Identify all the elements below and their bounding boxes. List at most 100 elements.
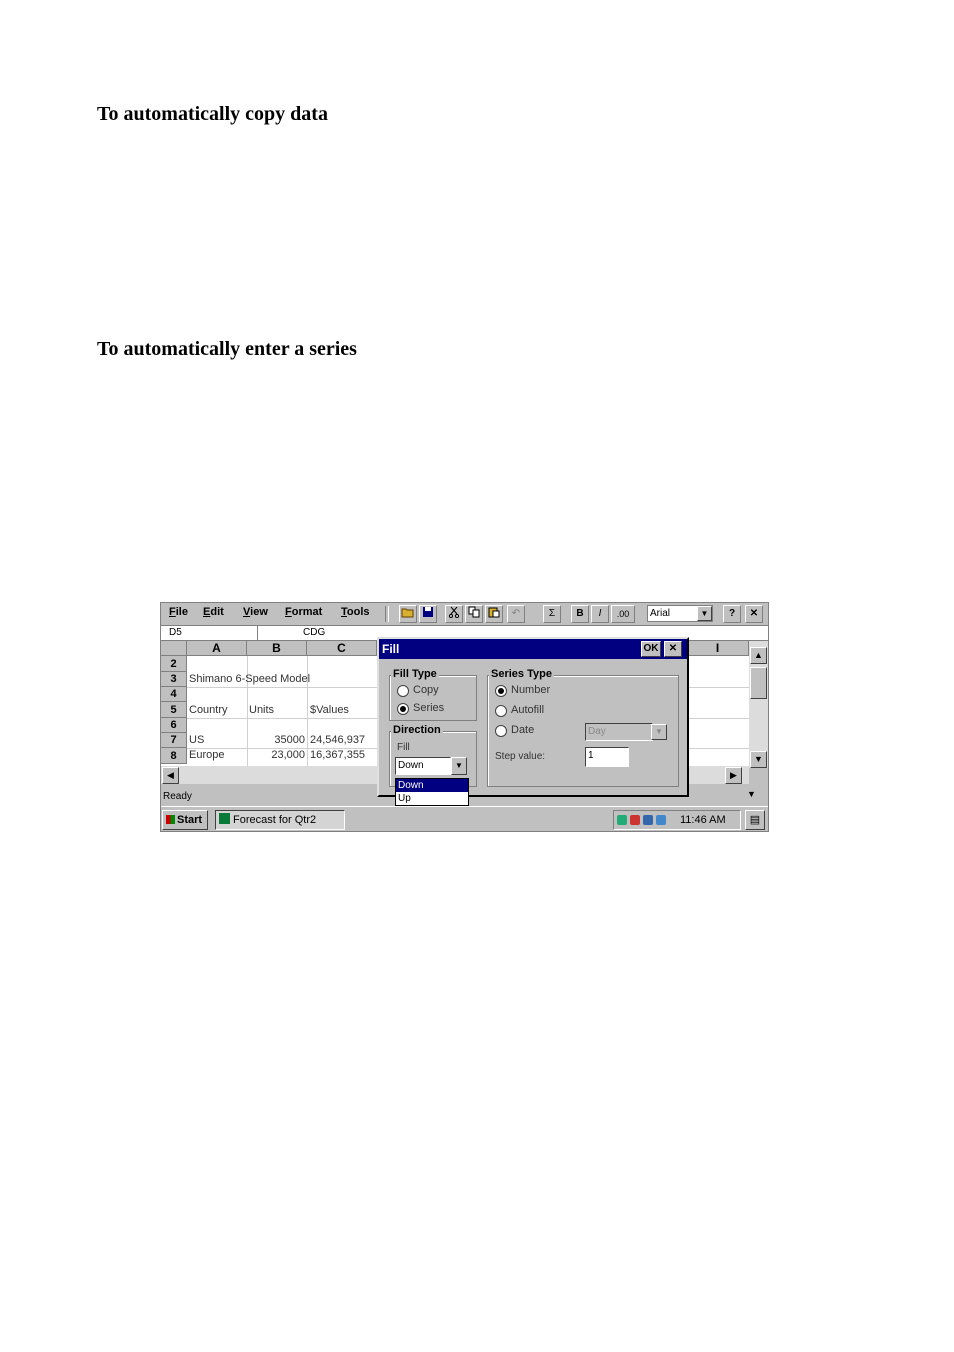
number-radio[interactable] [495, 685, 507, 697]
help-button[interactable]: ? [723, 605, 741, 623]
save-disk-icon[interactable] [419, 605, 437, 623]
scroll-down-icon[interactable]: ▼ [750, 751, 767, 768]
autosum-icon[interactable]: Σ [543, 605, 561, 623]
network-icon[interactable] [617, 815, 627, 825]
row-header-6[interactable]: 6 [161, 718, 187, 733]
cell-b7[interactable]: 35000 [269, 734, 305, 746]
taskbar: Start Forecast for Qtr2 11:46 AM ▤ [161, 806, 768, 831]
cell-c7[interactable]: 24,546,937 [310, 734, 365, 746]
row-header-4[interactable]: 4 [161, 687, 187, 702]
cell-b5[interactable]: Units [249, 704, 274, 716]
heading-enter-series: To automatically enter a series [97, 338, 357, 360]
scroll-left-icon[interactable]: ◀ [162, 767, 179, 784]
dialog-title: Fill [382, 642, 400, 656]
copy-icon[interactable] [465, 605, 483, 623]
date-label: Date [511, 724, 535, 736]
cut-scissors-icon[interactable] [445, 605, 463, 623]
menu-file[interactable]: File [169, 606, 188, 618]
autofill-label: Autofill [511, 704, 545, 716]
menu-view[interactable]: View [243, 606, 268, 618]
dialog-close-button[interactable]: ✕ [664, 641, 682, 657]
cell-a8[interactable]: Europe [189, 749, 224, 761]
scroll-right-icon[interactable]: ▶ [725, 767, 742, 784]
autofill-radio[interactable] [495, 705, 507, 717]
direction-value: Down [398, 760, 424, 771]
desktop-icon[interactable]: ▤ [745, 810, 765, 830]
direction-option-up[interactable]: Up [396, 792, 468, 805]
column-header-b[interactable]: B [247, 641, 307, 656]
bold-icon[interactable]: B [571, 605, 589, 623]
formula-divider [257, 626, 258, 640]
series-type-title: Series Type [489, 668, 554, 680]
row-header-3[interactable]: 3 [161, 672, 187, 687]
fill-type-title: Fill Type [391, 668, 439, 680]
ok-button[interactable]: OK [641, 641, 661, 657]
series-radio[interactable] [397, 703, 409, 715]
windows-logo-icon [166, 815, 175, 824]
task-label: Forecast for Qtr2 [233, 814, 317, 826]
date-unit-value: Day [588, 726, 606, 737]
menu-bar: File Edit View Format Tools ↶ Σ B I .00 … [161, 603, 768, 625]
cell-a7[interactable]: US [189, 734, 204, 746]
cell-a3[interactable]: Shimano 6-Speed Model [189, 673, 310, 685]
column-header-a[interactable]: A [187, 641, 247, 656]
date-unit-select[interactable]: Day [585, 723, 653, 741]
direction-option-down[interactable]: Down [396, 779, 468, 792]
decimal-format-icon[interactable]: .00 [611, 605, 635, 623]
cell-a5[interactable]: Country [189, 704, 228, 716]
row-header-7[interactable]: 7 [161, 733, 187, 748]
step-value-label: Step value: [495, 751, 546, 762]
direction-title: Direction [391, 724, 443, 736]
undo-icon[interactable]: ↶ [507, 605, 525, 623]
paste-icon[interactable] [485, 605, 503, 623]
start-button[interactable]: Start [162, 810, 208, 830]
fill-dialog: Fill OK ✕ Fill Type Copy Series Directio… [377, 637, 689, 797]
cell-reference[interactable]: D5 [169, 627, 182, 638]
pocket-excel-screenshot: File Edit View Format Tools ↶ Σ B I .00 … [160, 602, 769, 832]
select-all-corner[interactable] [161, 641, 187, 656]
font-dropdown-arrow-icon[interactable]: ▼ [697, 606, 712, 621]
row-header-8[interactable]: 8 [161, 748, 187, 764]
task-button-forecast[interactable]: Forecast for Qtr2 [215, 810, 345, 830]
column-header-i[interactable]: I [687, 641, 749, 656]
battery-icon[interactable] [630, 815, 640, 825]
date-unit-dropdown-icon[interactable]: ▼ [651, 724, 667, 740]
cell-c5[interactable]: $Values [310, 704, 349, 716]
direction-dropdown-arrow-icon[interactable]: ▼ [451, 757, 467, 775]
copy-label: Copy [413, 684, 439, 696]
series-label: Series [413, 702, 445, 714]
italic-icon[interactable]: I [591, 605, 609, 623]
excel-icon [219, 813, 230, 824]
direction-dropdown-list[interactable]: Down Up [395, 778, 469, 806]
clock[interactable]: 11:46 AM [680, 811, 726, 829]
menu-tools[interactable]: Tools [341, 606, 370, 618]
cell-b8[interactable]: 23,000 [259, 749, 305, 761]
copy-radio[interactable] [397, 685, 409, 697]
row-header-2[interactable]: 2 [161, 656, 187, 672]
open-folder-icon[interactable] [399, 605, 417, 623]
toolbar-separator [385, 606, 389, 622]
formula-input[interactable]: CDG [303, 627, 325, 638]
vertical-scrollbar[interactable]: ▲ ▼ [749, 641, 768, 768]
status-text: Ready [163, 791, 192, 802]
date-radio[interactable] [495, 725, 507, 737]
step-value: 1 [588, 750, 594, 761]
menu-edit[interactable]: Edit [203, 606, 224, 618]
scroll-up-icon[interactable]: ▲ [750, 647, 767, 664]
system-tray: 11:46 AM [613, 810, 741, 830]
cell-c8[interactable]: 16,367,355 [310, 749, 365, 761]
status-dropdown-icon[interactable]: ▼ [747, 789, 756, 799]
step-value-input[interactable]: 1 [585, 747, 629, 767]
close-app-button[interactable]: ✕ [745, 605, 763, 623]
vertical-scroll-thumb[interactable] [750, 667, 767, 699]
font-name-value: Arial [650, 608, 671, 619]
menu-format[interactable]: Format [285, 606, 322, 618]
start-label: Start [177, 814, 203, 826]
keyboard-icon[interactable] [643, 815, 653, 825]
heading-copy-data: To automatically copy data [97, 103, 328, 125]
pen-icon[interactable] [656, 815, 666, 825]
fill-direction-label: Fill [397, 742, 410, 753]
row-header-5[interactable]: 5 [161, 702, 187, 718]
direction-select[interactable]: Down [395, 757, 451, 775]
column-header-c[interactable]: C [307, 641, 377, 656]
